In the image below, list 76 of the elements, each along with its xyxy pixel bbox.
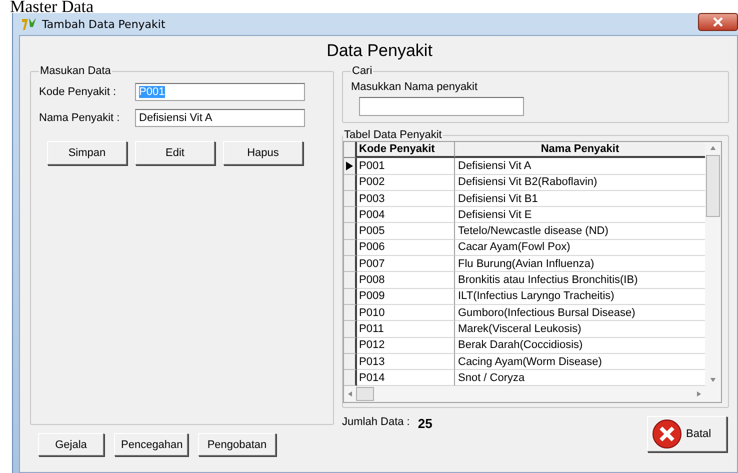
scroll-right-icon bbox=[697, 391, 701, 398]
count-value: 25 bbox=[418, 416, 432, 432]
scroll-up-icon bbox=[710, 146, 716, 150]
scroll-left-icon bbox=[348, 391, 352, 398]
row-selector[interactable] bbox=[344, 370, 357, 386]
table-cell: P006 bbox=[357, 240, 455, 256]
column-header[interactable]: Kode Penyakit bbox=[357, 142, 455, 158]
scroll-thumb[interactable] bbox=[356, 387, 374, 402]
row-selector[interactable] bbox=[344, 338, 357, 354]
table-cell: Defisiensi Vit E bbox=[455, 207, 705, 224]
table-cell: Defisiensi Vit B1 bbox=[455, 190, 705, 208]
field-label: Nama Penyakit : bbox=[39, 112, 121, 124]
row-selector[interactable] bbox=[344, 158, 357, 175]
table-cell: Marek(Visceral Leukosis) bbox=[455, 321, 705, 338]
nav-button[interactable]: Pencegahan bbox=[114, 433, 188, 456]
count-label: Jumlah Data : bbox=[342, 416, 410, 428]
close-icon bbox=[713, 17, 723, 27]
table-cell: P012 bbox=[357, 338, 455, 354]
row-selector[interactable] bbox=[344, 223, 357, 240]
form-button[interactable]: Edit bbox=[135, 141, 215, 165]
row-selector[interactable] bbox=[344, 272, 357, 289]
row-selector[interactable] bbox=[344, 256, 357, 272]
group-legend: Tabel Data Penyakit bbox=[343, 129, 443, 141]
table-cell: P007 bbox=[357, 256, 455, 272]
row-selector[interactable] bbox=[344, 190, 357, 208]
form-title: Data Penyakit bbox=[326, 40, 434, 62]
row-selector[interactable] bbox=[344, 354, 357, 370]
app-logo-icon bbox=[21, 16, 37, 32]
form-button[interactable]: Hapus bbox=[223, 141, 303, 165]
cancel-button[interactable]: Batal bbox=[647, 416, 727, 452]
scroll-thumb[interactable] bbox=[706, 155, 720, 217]
header-corner bbox=[344, 142, 357, 158]
row-selector[interactable] bbox=[344, 207, 357, 224]
nav-button[interactable]: Gejala bbox=[38, 433, 104, 456]
table-cell: P011 bbox=[357, 321, 455, 338]
page-heading: Master Data bbox=[9, 0, 95, 13]
table-cell: P008 bbox=[357, 272, 455, 289]
table-cell: Cacar Ayam(Fowl Pox) bbox=[455, 240, 705, 256]
table-cell: P010 bbox=[357, 304, 455, 322]
table-cell: Bronkitis atau Infectius Bronchitis(IB) bbox=[455, 272, 705, 289]
table-cell: P004 bbox=[357, 207, 455, 224]
group-legend: Masukan Data bbox=[39, 65, 112, 77]
search-label: Masukkan Nama penyakit bbox=[351, 81, 479, 93]
row-selector[interactable] bbox=[344, 240, 357, 256]
table-cell: P013 bbox=[357, 354, 455, 370]
table-cell: Tetelo/Newcastle disease (ND) bbox=[455, 223, 705, 240]
scroll-down-icon bbox=[710, 378, 716, 382]
table-cell: P005 bbox=[357, 223, 455, 240]
window-title: Tambah Data Penyakit bbox=[42, 18, 166, 30]
table-cell: Flu Burung(Avian Influenza) bbox=[455, 256, 705, 272]
form-button[interactable]: Simpan bbox=[47, 141, 127, 165]
nav-button[interactable]: Pengobatan bbox=[198, 433, 276, 456]
group-legend: Cari bbox=[351, 65, 374, 77]
row-pointer-icon bbox=[346, 160, 353, 171]
table-cell: P009 bbox=[357, 288, 455, 305]
table-cell: Defisiensi Vit B2(Raboflavin) bbox=[455, 174, 705, 191]
table-cell: P002 bbox=[357, 174, 455, 191]
vertical-scrollbar[interactable] bbox=[705, 142, 721, 402]
table-cell: P001 bbox=[357, 158, 455, 175]
horizontal-scrollbar[interactable] bbox=[344, 386, 705, 402]
field-label: Kode Penyakit : bbox=[39, 86, 118, 98]
table-cell: Cacing Ayam(Worm Disease) bbox=[455, 354, 705, 370]
row-selector[interactable] bbox=[344, 304, 357, 322]
search-field[interactable] bbox=[359, 97, 524, 116]
column-header[interactable]: Nama Penyakit bbox=[455, 142, 705, 158]
table-cell: Gumboro(Infectious Bursal Disease) bbox=[455, 304, 705, 322]
table-cell: P003 bbox=[357, 190, 455, 208]
row-selector[interactable] bbox=[344, 288, 357, 305]
cancel-icon bbox=[652, 419, 682, 450]
input-field[interactable]: Defisiensi Vit A bbox=[135, 109, 305, 127]
row-selector[interactable] bbox=[344, 321, 357, 338]
table-cell: Berak Darah(Coccidiosis) bbox=[455, 338, 705, 354]
table-cell: Defisiensi Vit A bbox=[455, 158, 705, 175]
close-button[interactable] bbox=[698, 13, 738, 31]
table-cell: ILT(Infectius Laryngo Tracheitis) bbox=[455, 288, 705, 305]
row-selector[interactable] bbox=[344, 174, 357, 191]
